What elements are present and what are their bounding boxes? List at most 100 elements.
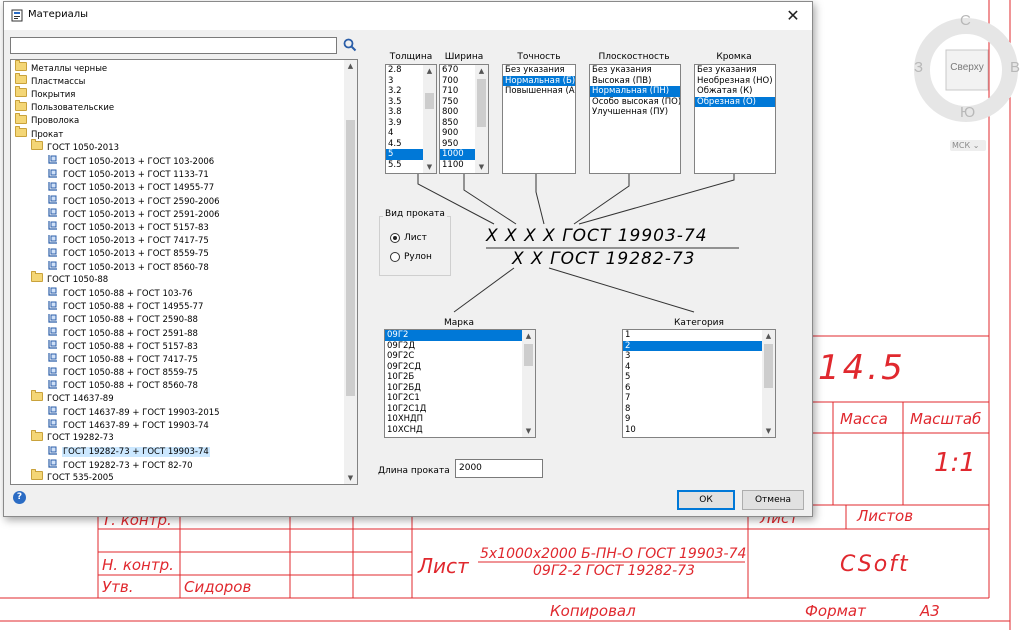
list-item[interactable]: 2.8 <box>386 65 423 76</box>
edge-list[interactable]: Без указания Необрезная (НО) Обжатая (К) Об… <box>694 64 776 174</box>
list-item[interactable]: 09Г2С <box>385 351 522 362</box>
list-item[interactable]: 10Г2Б <box>385 372 522 383</box>
tree-folder[interactable]: ГОСТ 14637-89 <box>31 390 115 405</box>
list-item[interactable]: Без указания <box>590 65 680 76</box>
width-list[interactable]: 670 700 710 750 800 850 900 950 1000 1100 ▲ ▼ <box>439 64 489 174</box>
flatness-list[interactable]: Без указания Высокая (ПВ) Нормальная (ПН) О… <box>589 64 681 174</box>
radio-roll[interactable]: Рулон <box>390 252 432 262</box>
scroll-thumb[interactable] <box>477 79 486 127</box>
list-item[interactable]: 3 <box>623 351 762 362</box>
viewcube-face-top[interactable]: Сверху <box>946 62 988 73</box>
tree-item[interactable]: ГОСТ 1050-88 + ГОСТ 2590-88 <box>47 313 199 326</box>
help-icon[interactable]: ? <box>13 491 26 504</box>
tree-item[interactable]: ГОСТ 1050-2013 + ГОСТ 103-2006 <box>47 154 215 167</box>
list-item[interactable]: 1000 <box>440 149 475 160</box>
length-input[interactable]: 2000 <box>455 459 543 478</box>
viewcube-ucs-menu[interactable]: МСК ⌄ <box>952 141 979 150</box>
tree-item[interactable]: ГОСТ 1050-88 + ГОСТ 8559-75 <box>47 366 199 379</box>
list-item[interactable]: 5 <box>623 372 762 383</box>
list-item[interactable]: 3.9 <box>386 118 423 129</box>
scroll-up-icon[interactable]: ▲ <box>522 330 535 342</box>
list-item[interactable]: 10ХНДП <box>385 414 522 425</box>
tree-item[interactable]: ГОСТ 1050-2013 + ГОСТ 5157-83 <box>47 220 210 233</box>
scroll-up-icon[interactable]: ▲ <box>423 65 436 77</box>
list-item[interactable]: 900 <box>440 128 475 139</box>
list-item[interactable]: 1100 <box>440 160 475 171</box>
scroll-down-icon[interactable]: ▼ <box>762 425 775 437</box>
list-item[interactable]: 1 <box>623 330 762 341</box>
viewcube-east[interactable]: В <box>1010 59 1020 76</box>
scroll-thumb[interactable] <box>764 344 773 388</box>
list-item[interactable]: 10ХСНД <box>385 425 522 436</box>
scroll-down-icon[interactable]: ▼ <box>423 161 436 173</box>
tree-item[interactable]: ГОСТ 1050-2013 + ГОСТ 2591-2006 <box>47 207 221 220</box>
list-item[interactable]: 10Г2БД <box>385 383 522 394</box>
tree-item[interactable]: ГОСТ 1050-2013 + ГОСТ 2590-2006 <box>47 194 221 207</box>
grade-scrollbar[interactable]: ▲ ▼ <box>522 330 535 437</box>
thickness-scrollbar[interactable]: ▲ ▼ <box>423 65 436 173</box>
tree-folder[interactable]: ГОСТ 535-2005 <box>31 469 115 484</box>
ok-button[interactable]: ОК <box>677 490 735 510</box>
tree-item[interactable]: ГОСТ 1050-88 + ГОСТ 14955-77 <box>47 300 204 313</box>
tree-folder[interactable]: Покрытия <box>15 86 76 101</box>
tree-item[interactable]: ГОСТ 14637-89 + ГОСТ 19903-2015 <box>47 405 221 418</box>
list-item[interactable]: 10Г2С1Д <box>385 404 522 415</box>
list-item[interactable]: 09Г2СД <box>385 362 522 373</box>
viewcube-south[interactable]: Ю <box>960 104 975 121</box>
list-item[interactable]: 4.5 <box>386 139 423 150</box>
tree-folder[interactable]: Пластмассы <box>15 73 86 88</box>
list-item[interactable]: 9 <box>623 414 762 425</box>
list-item[interactable]: 800 <box>440 107 475 118</box>
list-item[interactable]: 5 <box>386 149 423 160</box>
tree-item[interactable]: ГОСТ 1050-2013 + ГОСТ 8559-75 <box>47 247 210 260</box>
list-item[interactable]: 09Г2 <box>385 330 522 341</box>
list-item[interactable]: 5.5 <box>386 160 423 171</box>
list-item[interactable]: Высокая (ПВ) <box>590 76 680 87</box>
list-item[interactable]: Особо высокая (ПО) <box>590 97 680 108</box>
scroll-thumb[interactable] <box>346 120 355 396</box>
list-item[interactable]: 670 <box>440 65 475 76</box>
list-item[interactable]: Обрезная (О) <box>695 96 775 107</box>
close-button[interactable]: ✕ <box>782 5 804 27</box>
list-item[interactable]: 710 <box>440 86 475 97</box>
list-item[interactable]: 3.2 <box>386 86 423 97</box>
list-item[interactable]: 850 <box>440 118 475 129</box>
list-item[interactable]: 3.5 <box>386 97 423 108</box>
list-item[interactable]: 700 <box>440 76 475 87</box>
list-item[interactable]: Необрезная (НО) <box>695 76 775 87</box>
scroll-thumb[interactable] <box>425 93 434 109</box>
materials-tree[interactable]: Металлы черные Пластмассы Покрытия Пользова… <box>10 59 358 485</box>
list-item[interactable]: 3.8 <box>386 107 423 118</box>
list-item[interactable]: Без указания <box>503 65 575 76</box>
tree-item[interactable]: ГОСТ 1050-2013 + ГОСТ 8560-78 <box>47 260 210 273</box>
cancel-button[interactable]: Отмена <box>742 490 804 510</box>
viewcube-north[interactable]: С <box>960 12 971 29</box>
tree-item[interactable]: ГОСТ 19282-73 + ГОСТ 82-70 <box>47 458 194 471</box>
tree-item[interactable]: ГОСТ 1050-2013 + ГОСТ 1133-71 <box>47 168 210 181</box>
category-list[interactable]: 1 2 3 4 5 6 7 8 9 10 ▲ ▼ <box>622 329 776 438</box>
list-item[interactable]: 10Г2С1 <box>385 393 522 404</box>
list-item[interactable]: 2 <box>623 340 762 351</box>
scroll-up-icon[interactable]: ▲ <box>344 60 357 72</box>
list-item[interactable]: Улучшенная (ПУ) <box>590 107 680 118</box>
thickness-list[interactable]: 2.8 3 3.2 3.5 3.8 3.9 4 4.5 5 5.5 ▲ ▼ <box>385 64 437 174</box>
tree-folder[interactable]: ГОСТ 1050-2013 <box>31 139 120 154</box>
scroll-down-icon[interactable]: ▼ <box>475 161 488 173</box>
tree-item[interactable]: ГОСТ 1050-2013 + ГОСТ 7417-75 <box>47 234 210 247</box>
tree-item[interactable]: ГОСТ 14637-89 + ГОСТ 19903-74 <box>47 418 210 431</box>
width-scrollbar[interactable]: ▲ ▼ <box>475 65 488 173</box>
tree-item[interactable]: ГОСТ 1050-88 + ГОСТ 103-76 <box>47 286 194 299</box>
list-item[interactable]: Нормальная (ПН) <box>590 86 680 97</box>
scroll-up-icon[interactable]: ▲ <box>475 65 488 77</box>
list-item[interactable]: Без указания <box>695 65 775 76</box>
list-item[interactable]: 750 <box>440 97 475 108</box>
tree-item[interactable]: ГОСТ 19282-73 + ГОСТ 19903-74 <box>47 445 210 458</box>
list-item[interactable]: 4 <box>623 362 762 373</box>
radio-sheet[interactable]: Лист <box>390 233 427 243</box>
list-item[interactable]: 6 <box>623 383 762 394</box>
viewcube-west[interactable]: З <box>914 59 923 76</box>
tree-scrollbar[interactable]: ▲ ▼ <box>344 60 357 484</box>
list-item[interactable]: 8 <box>623 404 762 415</box>
scroll-thumb[interactable] <box>524 344 533 366</box>
tree-item[interactable]: ГОСТ 1050-2013 + ГОСТ 14955-77 <box>47 181 215 194</box>
